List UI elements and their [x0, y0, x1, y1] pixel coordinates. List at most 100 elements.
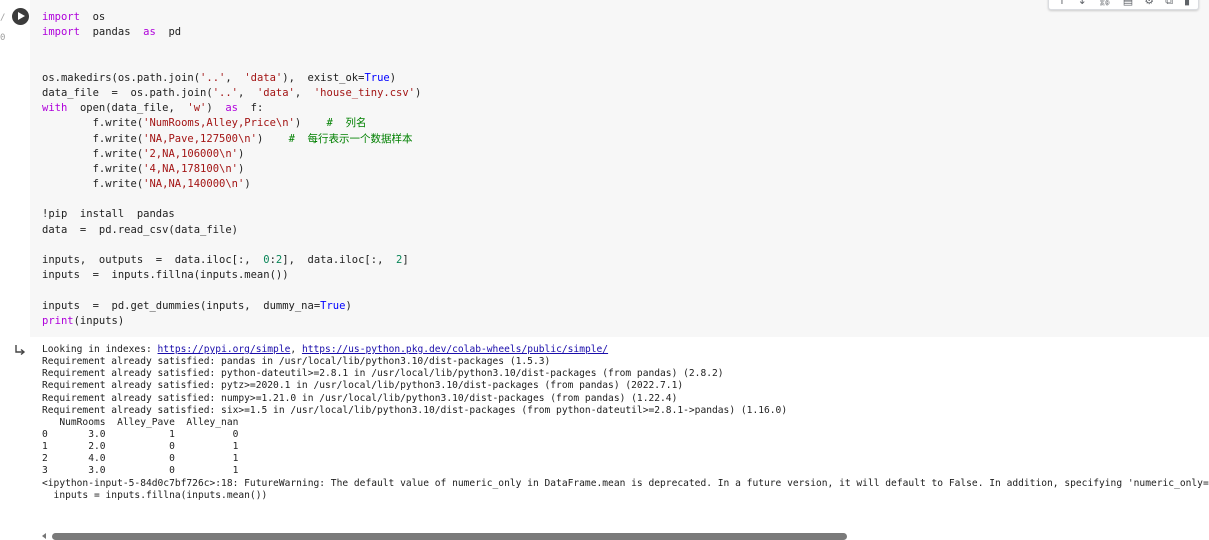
code-token: Requirement already satisfied: pandas in… — [42, 356, 551, 368]
code-token: (inputs) — [73, 314, 125, 327]
code-token: ) — [415, 86, 422, 99]
code-token: 'house_tiny.csv' — [313, 86, 416, 99]
code-token: f.write( — [42, 132, 144, 145]
gutter-mark: / — [0, 13, 6, 23]
gutter-mark: 0 — [0, 33, 6, 43]
code-line: os.makedirs(os.path.join('..', 'data'), … — [42, 71, 421, 86]
code-token: inputs = inputs.fillna(inputs.mean()) — [42, 489, 268, 501]
code-token: f.write( — [42, 178, 144, 191]
code-token: os — [79, 11, 106, 23]
delete-icon[interactable]: ▮ — [1184, 0, 1190, 9]
code-token: 0 3.0 1 0 — [42, 428, 239, 440]
code-token: Requirement already satisfied: numpy>=1.… — [42, 392, 678, 404]
output-line: Requirement already satisfied: python-da… — [42, 368, 1209, 380]
output-link[interactable]: https://pypi.org/simple — [158, 344, 291, 355]
code-token: ) — [237, 162, 245, 175]
code-token: '..' — [212, 86, 238, 99]
gutter-marks: / 0 — [0, 8, 6, 48]
mirror-cell-icon[interactable]: ⧉ — [1165, 0, 1173, 9]
comment-icon[interactable]: ▤ — [1123, 0, 1133, 9]
code-token: as — [225, 102, 238, 115]
code-token: pandas — [79, 26, 144, 39]
output-line: 2 4.0 0 1 — [42, 453, 1209, 465]
code-token: ), exist_ok= — [282, 71, 365, 84]
code-token: 2 4.0 0 1 — [42, 453, 239, 465]
scrollbar-thumb[interactable] — [52, 533, 847, 540]
scroll-left-arrow-icon[interactable] — [42, 533, 46, 539]
code-token: open(data_file, — [67, 102, 188, 115]
code-token: 'NumRooms,Alley,Price\n' — [143, 117, 295, 130]
code-token: '2,NA,106000\n' — [143, 147, 238, 160]
code-token: data = pd.read_csv(data_file) — [42, 223, 238, 236]
output-line: 0 3.0 1 0 — [42, 429, 1209, 441]
code-token: ] — [402, 254, 409, 266]
code-line: !pip install pandas — [42, 207, 421, 222]
code-token: 'data' — [256, 86, 295, 99]
code-line: import os — [42, 10, 421, 25]
code-line: with open(data_file, 'w') as f: — [42, 101, 421, 116]
code-token: import — [42, 11, 80, 23]
code-token: print — [42, 314, 74, 327]
code-token: <ipython-input-5-84d0c7bf726c>:18: Futur… — [42, 477, 1209, 489]
code-token: Looking in indexes: — [42, 344, 158, 355]
code-token: , — [237, 86, 257, 99]
code-token: '4,NA,178100\n' — [143, 162, 238, 175]
code-line: f.write('2,NA,106000\n') — [42, 147, 421, 162]
code-line: inputs = pd.get_dummies(inputs, dummy_na… — [42, 299, 421, 314]
run-cell-button[interactable] — [12, 8, 29, 25]
code-token: ) — [206, 102, 226, 115]
code-line: data_file = os.path.join('..', 'data', '… — [42, 86, 421, 101]
code-token: ) — [237, 147, 245, 160]
output-redirect-icon[interactable] — [14, 344, 26, 356]
code-token: as — [143, 26, 156, 39]
code-line: f.write('4,NA,178100\n') — [42, 162, 421, 177]
output-link[interactable]: https://us-python.pkg.dev/colab-wheels/p… — [302, 344, 608, 355]
code-line: import pandas as pd — [42, 25, 421, 40]
code-token: , — [294, 86, 314, 99]
code-token: ], data.iloc[:, — [282, 254, 397, 266]
output-line: Requirement already satisfied: six>=1.5 … — [42, 405, 1209, 417]
code-token: import — [42, 26, 80, 39]
code-token: 'NA,Pave,127500\n' — [143, 132, 257, 145]
code-line: inputs, outputs = data.iloc[:, 0:2], dat… — [42, 253, 421, 268]
output-line: Requirement already satisfied: pandas in… — [42, 356, 1209, 368]
code-token: Requirement already satisfied: six>=1.5 … — [42, 404, 788, 416]
code-token: ) — [244, 178, 251, 191]
code-token: , — [290, 344, 302, 355]
link-icon[interactable]: ⛓ — [1098, 0, 1112, 9]
code-token: # 列名 — [326, 117, 367, 130]
code-token: 3 3.0 0 1 — [42, 465, 239, 477]
code-token: 'w' — [187, 102, 207, 115]
output-line: 1 2.0 0 1 — [42, 441, 1209, 453]
code-line: inputs = inputs.fillna(inputs.mean()) — [42, 268, 421, 283]
code-line: print(inputs) — [42, 314, 421, 329]
code-token: '..' — [200, 71, 226, 84]
code-token: data_file = os.path.join( — [42, 86, 213, 99]
move-cell-up-icon[interactable]: ↑ — [1057, 0, 1066, 9]
code-token: f.write( — [42, 147, 144, 160]
code-token: f: — [238, 102, 264, 115]
code-token: pd — [155, 26, 182, 39]
code-token: True — [364, 71, 390, 84]
code-token: inputs = inputs.fillna(inputs.mean()) — [42, 269, 289, 282]
code-line: f.write('NA,NA,140000\n') — [42, 177, 421, 192]
code-token: NumRooms Alley_Pave Alley_nan — [42, 416, 239, 428]
output-line: Looking in indexes: https://pypi.org/sim… — [42, 344, 1209, 356]
cell-output: Looking in indexes: https://pypi.org/sim… — [42, 344, 1209, 502]
horizontal-scrollbar[interactable] — [42, 533, 1209, 540]
code-token: os.makedirs(os.path.join( — [42, 71, 201, 84]
code-token: Requirement already satisfied: pytz>=202… — [42, 380, 684, 392]
code-token: ) — [345, 299, 352, 312]
move-cell-down-icon[interactable]: ↓ — [1078, 0, 1087, 9]
code-token: f.write( — [42, 162, 144, 175]
output-line: Requirement already satisfied: numpy>=1.… — [42, 393, 1209, 405]
settings-icon[interactable]: ⚙ — [1144, 0, 1154, 9]
code-line: f.write('NumRooms,Alley,Price\n') # 列名 — [42, 116, 421, 131]
code-token: # 每行表示一个数据样本 — [288, 132, 413, 145]
output-line: <ipython-input-5-84d0c7bf726c>:18: Futur… — [42, 478, 1209, 490]
output-line: inputs = inputs.fillna(inputs.mean()) — [42, 490, 1209, 502]
code-token: inputs, outputs = data.iloc[:, — [42, 254, 264, 266]
